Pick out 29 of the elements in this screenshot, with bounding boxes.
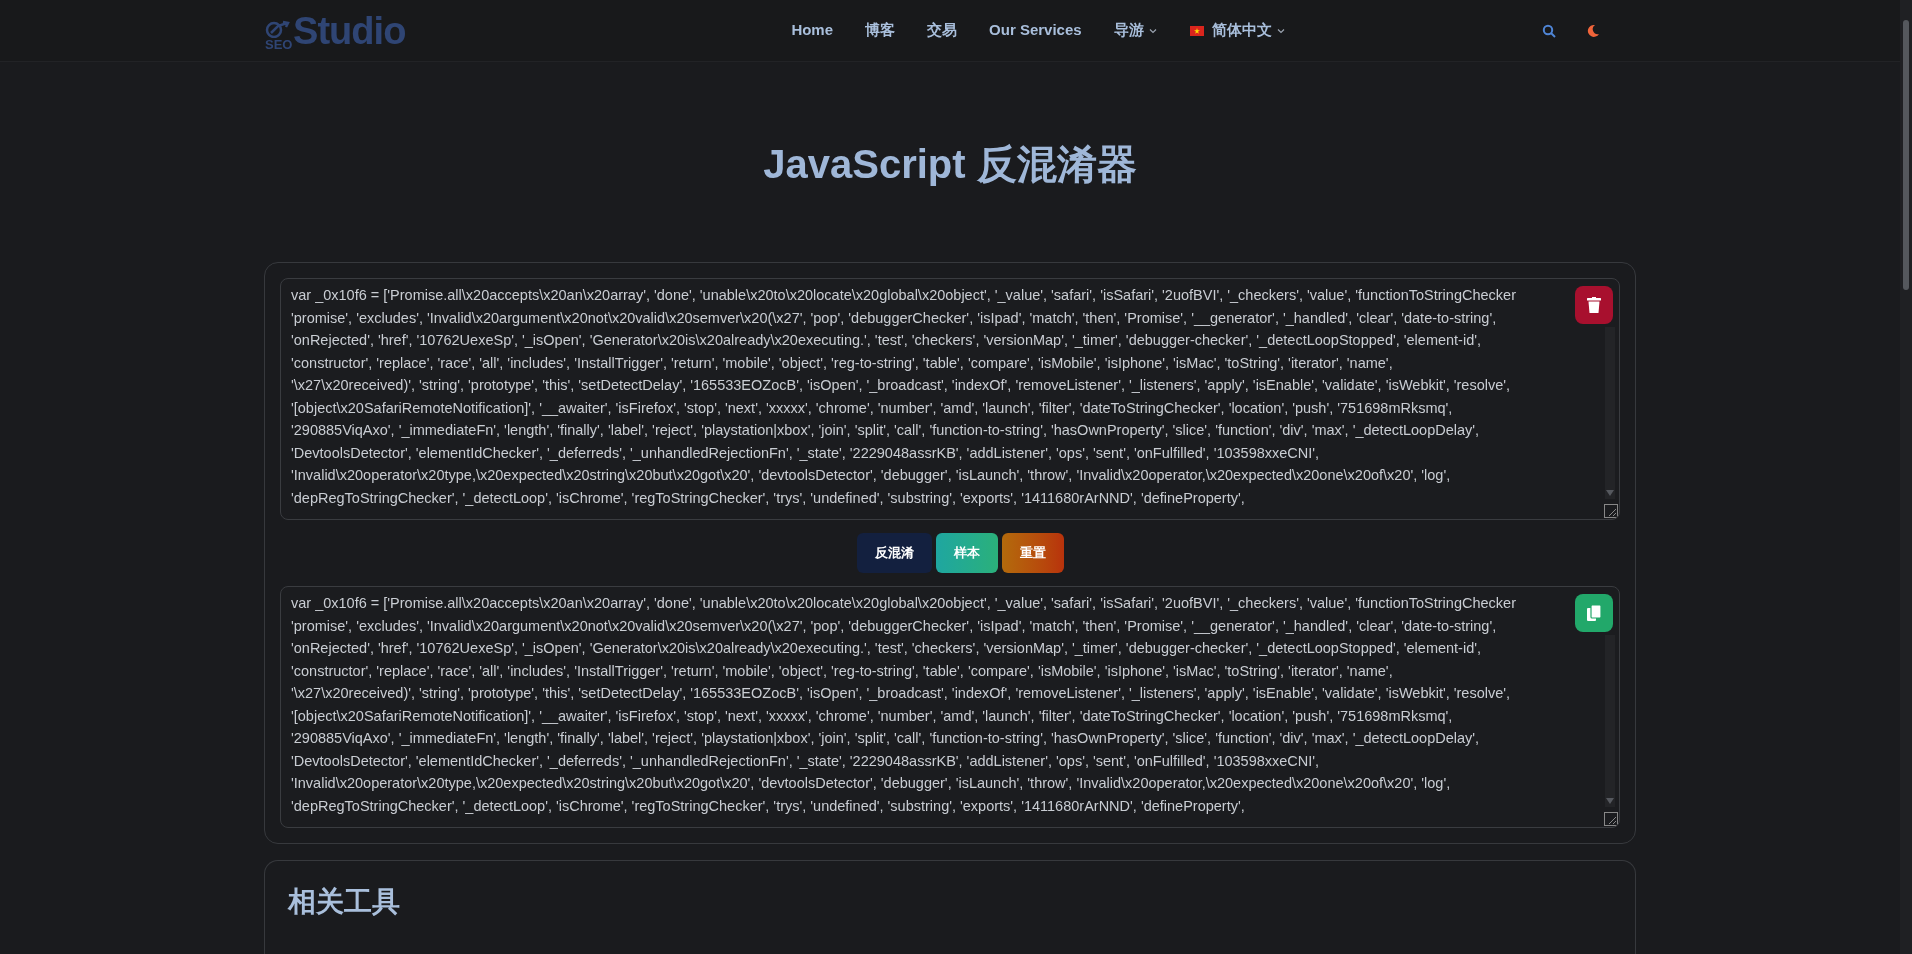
section-heading: 相关工具 <box>288 885 401 919</box>
code-field[interactable] <box>280 278 1620 520</box>
delete-button[interactable] <box>1575 286 1613 324</box>
code-text: var _0x10f6 = ['Promise.all\x20accepts\x20an\x20array', 'done', 'unable\x20to\x20locate\x20global\x20object', '_value', 'safari', 'isSafari', '2uofBVI', '_checkers', 'value', 'functionToStringChecker 'promise', 'excludes', 'Invalid\x20argument\x20not\x20valid\x20semver\x20(\x27', 'pop', 'debuggerChecker', 'isIpad', 'match', 'then', 'Promise', '__generator', '_handled', 'clear', 'date-to-string', 'onRejected', 'href', '10762UexeSp', '_isOpen', 'Generator\x20is\x20already\x20executing.', 'test', 'checkers', 'versionMap', '_timer', 'debugger-checker', '_detectLoopStopped', 'element-id', 'constructor', 'replace', 'race', 'all', 'includes', 'InstallTrigger', 'return', 'mobile', 'object', 'reg-to-string', 'table', 'compare', 'isMobile', 'isIphone', 'isMac', 'toString', 'iterator', 'name', '\x27\x20received)', 'string', 'prototype', 'this', 'setDetectDelay', '165533EOZocB', 'isOpen', '_broadcast', 'indexOf', 'removeListener', '_listeners', 'apply', 'isEnable', 'validate', 'isWebkit', 'resolve', '[object\x20SafariRemoteNotification]', '__awaiter', 'isFirefox', 'stop', 'next', 'xxxxx', 'chrome', 'number', 'amd', 'launch', 'filter', 'dateToStringChecker', 'location', 'push', '751698mRksmq', '290885ViqAxo', '_immediateFn', 'length', 'finally', 'label', 'reject', 'playstation|xbox', 'join', 'split', 'call', 'function-to-string', 'hasOwnProperty', 'slice', 'function', 'div', 'max', '_detectLoopDelay', 'DevtoolsDetector', 'elementIdChecker', '_deferreds', '_unhandledRejectionFn', '_state', '2229048assrKB', 'addListener', 'ops', 'sent', 'onFulfilled', '103598xxeCNI', 'Invalid\x20operator\x20type,\x20expected\x20string\x20but\x20got\x20', 'devtoolsDetector', 'debugger', 'isLaunch', 'throw', 'Invalid\x20operator,\x20expected\x20one\x20of\x20', 'log', 'depRegToStringChecker', '_detectLoop', 'isChrome', 'regToStringChecker', 'trys', 'undefined', 'substring', 'exports', '1411680rArNND', 'defineProperty', <box>291 286 1517 508</box>
logo-arrow-icon <box>265 19 293 38</box>
moon-icon[interactable] <box>1586 23 1600 38</box>
resize-handle-icon <box>1604 504 1618 518</box>
action-button[interactable]: 重置 <box>1001 533 1064 573</box>
trash-icon <box>1587 297 1601 313</box>
scrollbar-thumb[interactable] <box>1903 20 1909 290</box>
copy-button[interactable] <box>1575 594 1613 632</box>
search-icon[interactable] <box>1542 23 1556 38</box>
scroll-down-icon <box>1605 489 1615 497</box>
code-text: var _0x10f6 = ['Promise.all\x20accepts\x20an\x20array', 'done', 'unable\x20to\x20locate\x20global\x20object', '_value', 'safari', 'isSafari', '2uofBVI', '_checkers', 'value', 'functionToStringChecker 'promise', 'excludes', 'Invalid\x20argument\x20not\x20valid\x20semver\x20(\x27', 'pop', 'debuggerChecker', 'isIpad', 'match', 'then', 'Promise', '__generator', '_handled', 'clear', 'date-to-string', 'onRejected', 'href', '10762UexeSp', '_isOpen', 'Generator\x20is\x20already\x20executing.', 'test', 'checkers', 'versionMap', '_timer', 'debugger-checker', '_detectLoopStopped', 'element-id', 'constructor', 'replace', 'race', 'all', 'includes', 'InstallTrigger', 'return', 'mobile', 'object', 'reg-to-string', 'table', 'compare', 'isMobile', 'isIphone', 'isMac', 'toString', 'iterator', 'name', '\x27\x20received)', 'string', 'prototype', 'this', 'setDetectDelay', '165533EOZocB', 'isOpen', '_broadcast', 'indexOf', 'removeListener', '_listeners', 'apply', 'isEnable', 'validate', 'isWebkit', 'resolve', '[object\x20SafariRemoteNotification]', '__awaiter', 'isFirefox', 'stop', 'next', 'xxxxx', 'chrome', 'number', 'amd', 'launch', 'filter', 'dateToStringChecker', 'location', 'push', '751698mRksmq', '290885ViqAxo', '_immediateFn', 'length', 'finally', 'label', 'reject', 'playstation|xbox', 'join', 'split', 'call', 'function-to-string', 'hasOwnProperty', 'slice', 'function', 'div', 'max', '_detectLoopDelay', 'DevtoolsDetector', 'elementIdChecker', '_deferreds', '_unhandledRejectionFn', '_state', '2229048assrKB', 'addListener', 'ops', 'sent', 'onFulfilled', '103598xxeCNI', 'Invalid\x20operator\x20type,\x20expected\x20string\x20but\x20got\x20', 'devtoolsDetector', 'debugger', 'isLaunch', 'throw', 'Invalid\x20operator,\x20expected\x20one\x20of\x20', 'log', 'depRegToStringChecker', '_detectLoop', 'isChrome', 'regToStringChecker', 'trys', 'undefined', 'substring', 'exports', '1411680rArNND', 'defineProperty', <box>291 594 1517 816</box>
nav-link[interactable]: Home <box>791 19 834 42</box>
nav-dropdown[interactable]: 导游 <box>1113 19 1158 42</box>
flag-icon <box>1189 25 1204 36</box>
logo-text: Studio <box>293 10 406 51</box>
resize-handle-icon <box>1604 812 1618 826</box>
code-field[interactable] <box>280 586 1620 828</box>
page-title: JavaScript 反混淆器 <box>762 141 1138 188</box>
nav-link[interactable]: 博客 <box>865 19 896 42</box>
nav-link[interactable]: 交易 <box>927 19 958 42</box>
copy-icon <box>1587 605 1601 621</box>
action-button[interactable]: 反混淆 <box>856 533 932 573</box>
logo-small-text: SEO <box>265 37 293 51</box>
scroll-down-icon <box>1605 797 1615 805</box>
nav-link[interactable]: Our Services <box>989 19 1082 42</box>
language-selector[interactable]: 简体中文 <box>1189 19 1286 42</box>
